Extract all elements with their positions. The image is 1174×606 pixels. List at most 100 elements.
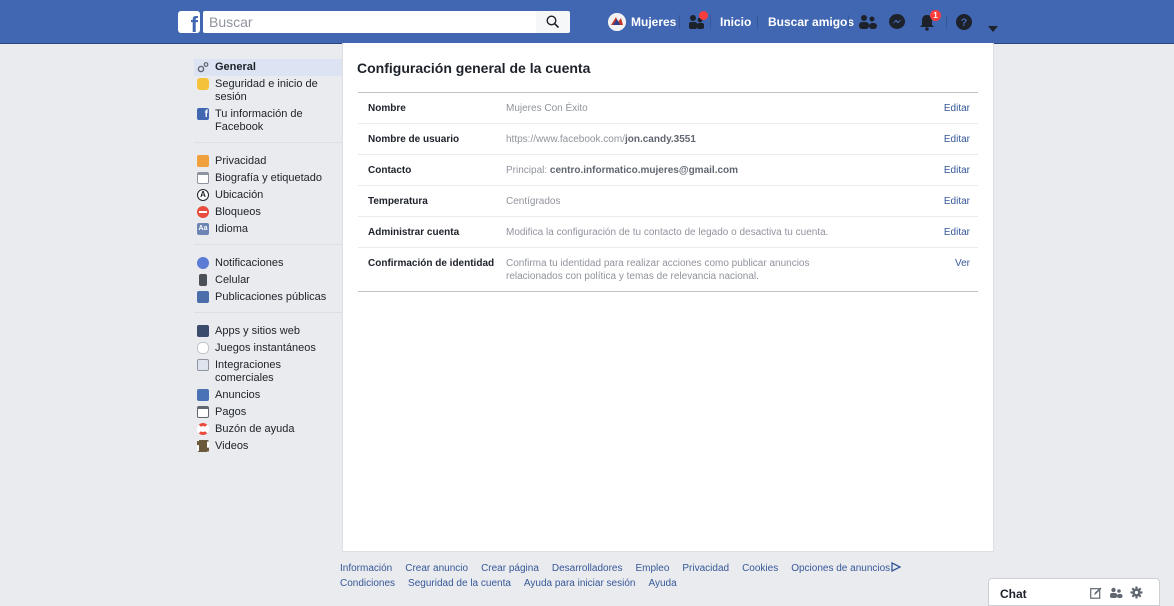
- settings-panel: Configuración general de la cuenta Nombr…: [342, 43, 994, 552]
- phone-icon: [199, 274, 207, 286]
- shield-icon: [197, 78, 209, 90]
- ads-icon: [197, 389, 209, 401]
- apps-icon: [197, 325, 209, 337]
- row-value: https://www.facebook.com/jon.candy.3551: [506, 134, 696, 145]
- messenger-icon[interactable]: [888, 13, 906, 36]
- block-icon: [197, 206, 209, 218]
- sidebar-item-apps-websites[interactable]: Apps y sitios web: [194, 323, 342, 340]
- sidebar-item-label: Apps y sitios web: [215, 325, 300, 337]
- adchoices-icon[interactable]: [891, 561, 902, 573]
- footer-link[interactable]: Crear página: [481, 563, 539, 574]
- row-value: Confirma tu identidad para realizar acci…: [506, 258, 810, 282]
- sidebar-item-timeline-tagging[interactable]: Biografía y etiquetado: [194, 170, 342, 187]
- find-friends-link[interactable]: Buscar amigos: [768, 12, 854, 32]
- sidebar-item-payments[interactable]: Pagos: [194, 404, 342, 421]
- friend-requests-icon[interactable]: [858, 14, 878, 35]
- sidebar-item-label: Juegos instantáneos: [215, 342, 316, 354]
- sidebar-item-label: Ubicación: [215, 189, 264, 201]
- row-label: Temperatura: [368, 196, 428, 207]
- edit-link[interactable]: Editar: [920, 164, 978, 177]
- footer-link[interactable]: Información: [340, 563, 392, 574]
- profile-avatar[interactable]: [608, 13, 626, 31]
- sidebar-item-your-facebook-info[interactable]: f Tu información de Facebook: [194, 106, 342, 136]
- sidebar-item-videos[interactable]: Videos: [194, 438, 342, 455]
- search-input[interactable]: [203, 11, 536, 33]
- edit-link[interactable]: Editar: [920, 195, 978, 208]
- footer-links-row: Condiciones Seguridad de la cuenta Ayuda p…: [340, 576, 960, 591]
- row-label: Administrar cuenta: [368, 227, 460, 238]
- footer-link[interactable]: Seguridad de la cuenta: [408, 578, 511, 589]
- sidebar-item-language[interactable]: Aa Idioma: [194, 221, 342, 238]
- sidebar-item-security[interactable]: Seguridad e inicio de sesión: [194, 76, 342, 106]
- sidebar-item-label: Idioma: [215, 223, 249, 235]
- row-value: Modifica la configuración de tu contacto…: [506, 227, 829, 238]
- sidebar-item-support-inbox[interactable]: Buzón de ayuda: [194, 421, 342, 438]
- lifebuoy-icon: [197, 423, 209, 435]
- nav-separator: [679, 15, 680, 29]
- footer-link[interactable]: Ayuda para iniciar sesión: [524, 578, 636, 589]
- sidebar-item-privacy[interactable]: Privacidad: [194, 153, 342, 170]
- sidebar-item-ads[interactable]: Anuncios: [194, 387, 342, 404]
- nav-separator: [848, 15, 849, 29]
- sidebar-item-notifications[interactable]: Notificaciones: [194, 255, 342, 272]
- facebook-icon: f: [197, 108, 209, 120]
- sidebar-item-blocking[interactable]: Bloqueos: [194, 204, 342, 221]
- groups-badge: [699, 11, 708, 20]
- card-icon: [197, 406, 209, 418]
- gear-icon[interactable]: [1130, 586, 1143, 599]
- sidebar-item-location[interactable]: A Ubicación: [194, 187, 342, 204]
- edit-link[interactable]: Editar: [920, 133, 978, 146]
- sidebar-item-label: Tu información de Facebook: [215, 108, 303, 133]
- sidebar-divider: [194, 244, 342, 245]
- language-icon: Aa: [197, 223, 209, 235]
- facebook-logo-icon[interactable]: f: [178, 11, 200, 33]
- settings-row-identity-confirmation[interactable]: Confirmación de identidad Confirma tu id…: [358, 248, 978, 291]
- edit-link[interactable]: Editar: [920, 102, 978, 115]
- sidebar-item-label: Celular: [215, 274, 250, 286]
- page-title: Configuración general de la cuenta: [357, 60, 591, 76]
- new-message-icon[interactable]: [1090, 587, 1102, 599]
- footer-link[interactable]: Privacidad: [682, 563, 729, 574]
- account-menu-caret-icon[interactable]: [988, 19, 998, 37]
- footer-link[interactable]: Cookies: [742, 563, 778, 574]
- notifications-bell-icon[interactable]: 1: [918, 10, 941, 36]
- sidebar-item-label: General: [215, 61, 256, 73]
- settings-table: Nombre Mujeres Con Éxito Editar Nombre d…: [358, 92, 978, 292]
- footer-link[interactable]: Desarrolladores: [552, 563, 623, 574]
- footer-link[interactable]: Opciones de anuncios: [791, 563, 890, 574]
- sidebar-item-label: Publicaciones públicas: [215, 291, 327, 303]
- gamepad-icon: [197, 342, 209, 354]
- sidebar-item-label: Bloqueos: [215, 206, 261, 218]
- home-link[interactable]: Inicio: [720, 12, 751, 32]
- sidebar-item-label: Pagos: [215, 406, 247, 418]
- view-link[interactable]: Ver: [920, 257, 978, 270]
- settings-row-contact[interactable]: Contacto Principal: centro.informatico.m…: [358, 155, 978, 186]
- settings-row-manage-account[interactable]: Administrar cuenta Modifica la configura…: [358, 217, 978, 248]
- settings-row-name[interactable]: Nombre Mujeres Con Éxito Editar: [358, 93, 978, 124]
- search-button[interactable]: [536, 11, 570, 33]
- footer-link[interactable]: Empleo: [635, 563, 669, 574]
- profile-link[interactable]: Mujeres: [631, 12, 676, 32]
- settings-row-temperature[interactable]: Temperatura Centígrados Editar: [358, 186, 978, 217]
- footer-link[interactable]: Ayuda: [648, 578, 676, 589]
- chat-sidebar-bar[interactable]: Chat: [988, 578, 1160, 606]
- film-icon: [197, 440, 209, 452]
- sidebar-item-instant-games[interactable]: Juegos instantáneos: [194, 340, 342, 357]
- sidebar-item-general[interactable]: General: [194, 59, 342, 76]
- groups-shortcut-icon[interactable]: [686, 11, 708, 36]
- nav-separator: [710, 15, 711, 29]
- sidebar-item-public-posts[interactable]: Publicaciones públicas: [194, 289, 342, 306]
- row-label: Contacto: [368, 165, 412, 176]
- sidebar-item-label: Buzón de ayuda: [215, 423, 295, 435]
- footer-link[interactable]: Crear anuncio: [405, 563, 468, 574]
- friends-group-icon[interactable]: [1109, 587, 1123, 599]
- edit-link[interactable]: Editar: [920, 226, 978, 239]
- footer-link[interactable]: Condiciones: [340, 578, 395, 589]
- sidebar-item-mobile[interactable]: Celular: [194, 272, 342, 289]
- sidebar-item-label: Notificaciones: [215, 257, 284, 269]
- location-icon: A: [197, 189, 209, 201]
- help-icon[interactable]: ?: [955, 13, 973, 36]
- lock-icon: [197, 155, 209, 167]
- settings-row-username[interactable]: Nombre de usuario https://www.facebook.c…: [358, 124, 978, 155]
- sidebar-item-business-integrations[interactable]: Integraciones comerciales: [194, 357, 342, 387]
